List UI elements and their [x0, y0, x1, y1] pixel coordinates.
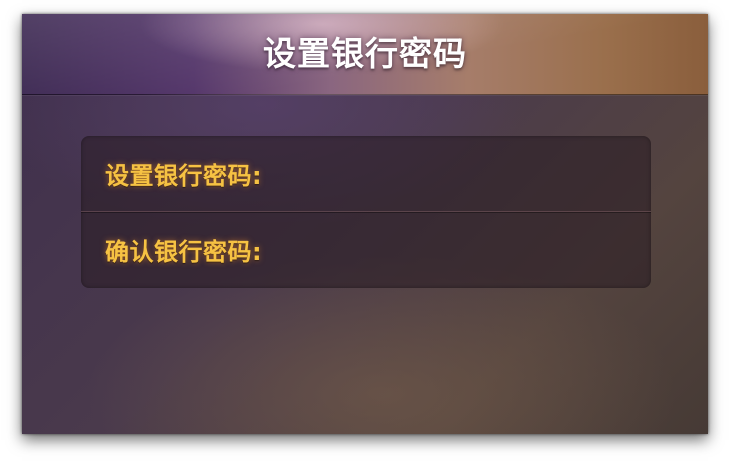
stage: 设置银行密码 设置银行密码: 确认银行密码: — [0, 0, 730, 467]
dialog-title: 设置银行密码 — [263, 34, 467, 73]
set-password-row: 设置银行密码: — [81, 136, 651, 211]
set-bank-password-dialog: 设置银行密码 设置银行密码: 确认银行密码: — [22, 14, 708, 434]
set-password-label: 设置银行密码: — [105, 162, 263, 190]
confirm-password-input[interactable] — [268, 226, 635, 273]
confirm-password-row: 确认银行密码: — [81, 212, 651, 287]
confirm-password-label: 确认银行密码: — [105, 238, 263, 266]
dialog-header: 设置银行密码 — [22, 14, 708, 95]
set-password-input[interactable] — [268, 150, 635, 197]
password-form-panel: 设置银行密码: 确认银行密码: — [81, 136, 651, 288]
